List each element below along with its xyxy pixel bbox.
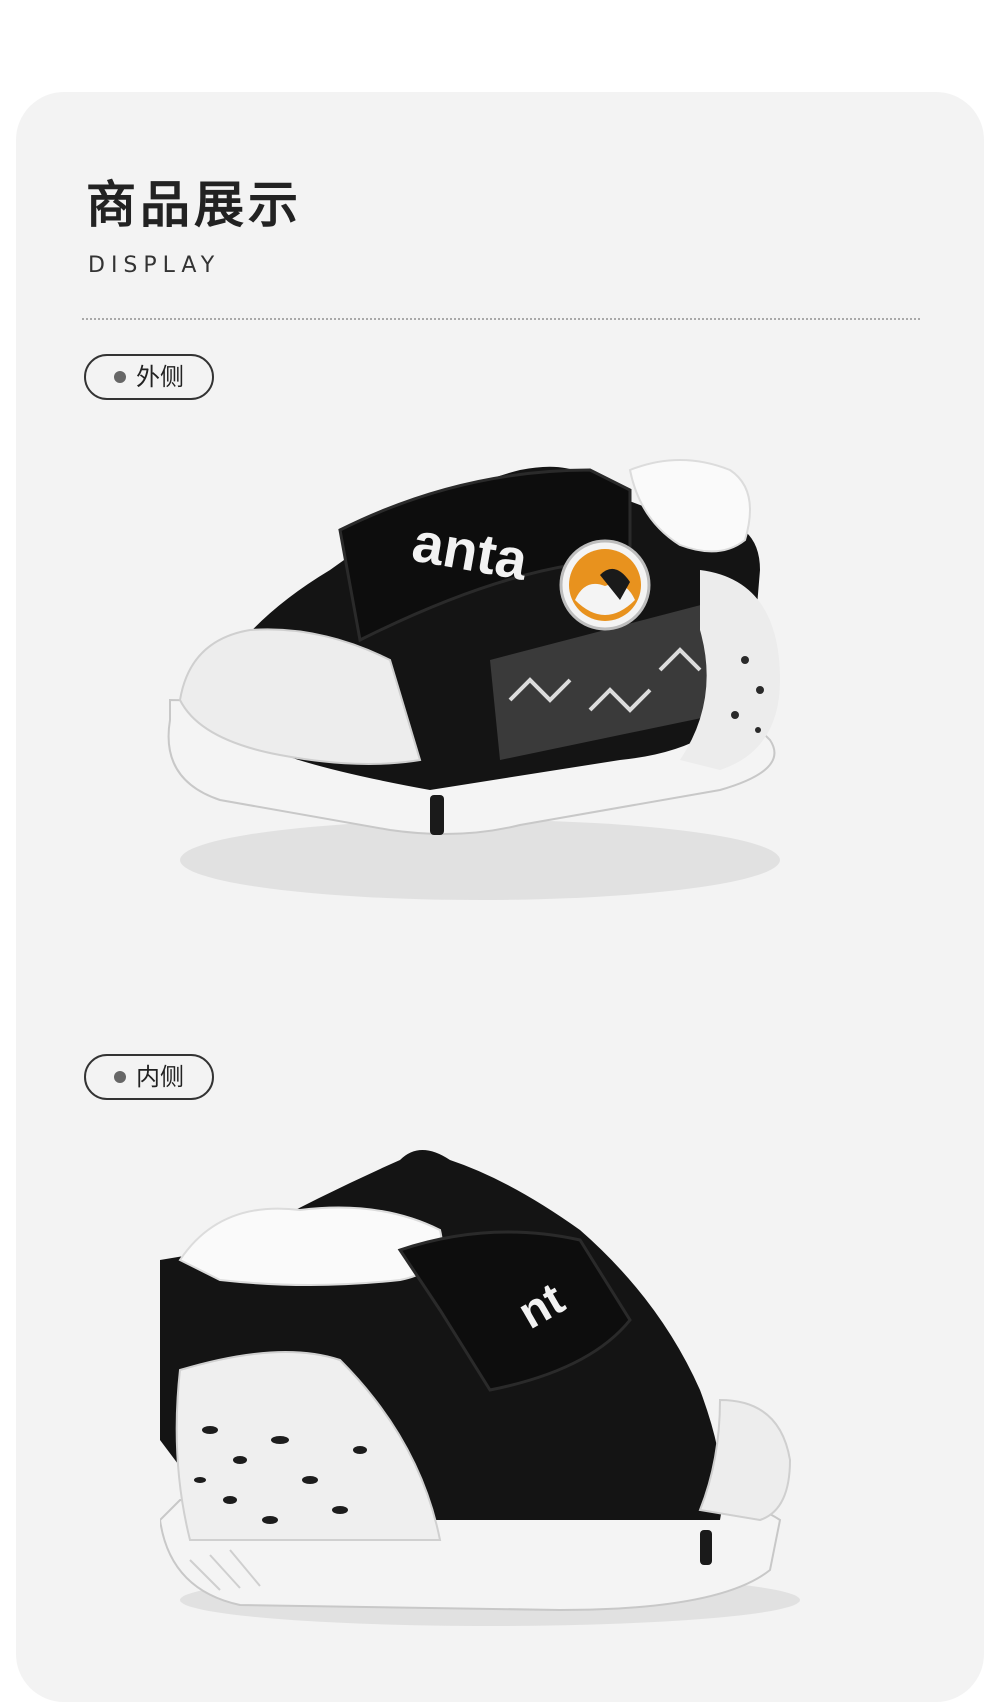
outer-side-tag: 外侧: [84, 354, 214, 400]
section-subtitle: DISPLAY: [88, 253, 221, 278]
inner-side-label: 内侧: [136, 1063, 184, 1091]
bullet-dot-icon: [114, 1071, 126, 1083]
bullet-dot-icon: [114, 371, 126, 383]
section-title: 商品展示: [86, 176, 302, 234]
dotted-divider: [82, 318, 920, 320]
outer-side-label: 外侧: [136, 363, 184, 391]
shoe-outer-side-image: anta: [167, 459, 780, 900]
inner-side-tag: 内侧: [84, 1054, 214, 1100]
shoe-inner-side-image: nt: [160, 1150, 800, 1626]
